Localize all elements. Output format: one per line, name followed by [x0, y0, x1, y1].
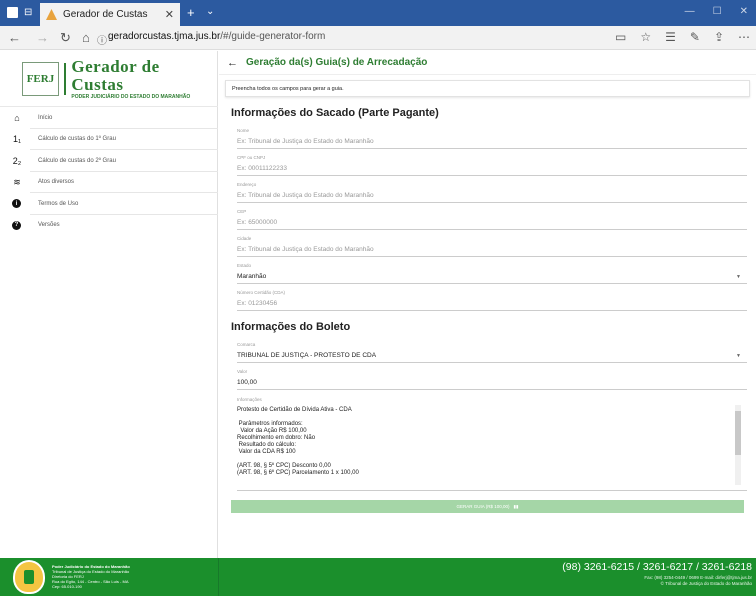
cidade-field[interactable]: Cidade Ex: Tribunal de Justiça do Estado…: [237, 236, 747, 257]
share-icon[interactable]: ⇪: [714, 30, 724, 44]
cpf-cnpj-field[interactable]: CPF ou CNPJ Ex: 00011122233: [237, 155, 747, 176]
sidebar-item-label: Atos diversos: [38, 179, 75, 186]
sidebar-item-label: Termos de Uso: [38, 200, 79, 207]
close-window-icon[interactable]: ✕: [740, 6, 748, 17]
address-bar: ← → ↻ ⌂ ⓘ geradorcustas.tjma.jus.br/#/gu…: [0, 26, 756, 50]
informacoes-textarea[interactable]: Informações Protesto de Certidão de Dívi…: [237, 397, 747, 491]
forward-icon[interactable]: →: [36, 30, 49, 45]
footer-divider: [218, 558, 219, 596]
main-content: ← Geração da(s) Guia(s) de Arrecadação P…: [219, 51, 756, 558]
sidebar-item-atos-diversos[interactable]: ≋ Atos diversos: [0, 172, 218, 194]
sidebar-item-versoes[interactable]: ? Versões: [0, 215, 218, 237]
minimize-icon[interactable]: —: [685, 6, 695, 17]
app-logo[interactable]: FERJ Gerador de Custas PODER JUDICIÁRIO …: [22, 57, 192, 100]
footer: Poder Judiciário do Estado do Maranhão T…: [0, 558, 756, 596]
window-controls: — ☐ ✕: [685, 6, 748, 17]
sidebar-item-label: Versões: [38, 222, 60, 229]
valor-field[interactable]: Valor 100,00: [237, 369, 747, 390]
nome-field[interactable]: Nome Ex: Tribunal de Justiça do Estado d…: [237, 128, 747, 149]
instruction-notice: Preencha todos os campos para gerar a gu…: [225, 80, 750, 97]
notes-pen-icon[interactable]: ✎: [690, 30, 700, 44]
favorites-hub-icon[interactable]: ☰: [665, 30, 676, 44]
more-icon[interactable]: ⋯: [738, 30, 750, 44]
page-title: Geração da(s) Guia(s) de Arrecadação: [246, 57, 428, 68]
dropdown-arrow-icon: ▼: [736, 353, 741, 359]
tab-close-icon[interactable]: ✕: [165, 8, 174, 21]
site-info-icon[interactable]: ⓘ: [97, 32, 107, 47]
back-arrow-icon[interactable]: ←: [227, 57, 238, 69]
back-icon[interactable]: ←: [8, 30, 21, 45]
sidebar-item-label: Cálculo de custas do 2º Grau: [38, 157, 116, 164]
home-icon: ⌂: [14, 112, 20, 123]
numero-certidao-field[interactable]: Número Certidão (CDA) Ex: 01230456: [237, 290, 747, 311]
comarca-select[interactable]: Comarca TRIBUNAL DE JUSTIÇA - PROTESTO D…: [237, 342, 747, 363]
footer-phones: (98) 3261-6215 / 3261-6217 / 3261-6218: [562, 561, 752, 573]
cep-field[interactable]: CEP Ex: 65000000: [237, 209, 747, 230]
tab-title: Gerador de Custas: [63, 9, 148, 20]
second-degree-icon: 2₂: [12, 155, 22, 166]
home-browser-icon[interactable]: ⌂: [82, 30, 90, 45]
dropdown-arrow-icon: ▼: [736, 274, 741, 280]
scrollbar-thumb[interactable]: [735, 411, 741, 455]
logo-title: Gerador de Custas: [71, 57, 160, 94]
estado-select[interactable]: Estado Maranhão ▼: [237, 263, 747, 284]
sidebar: FERJ Gerador de Custas PODER JUDICIÁRIO …: [0, 51, 218, 558]
sidebar-item-termos-de-uso[interactable]: i Termos de Uso: [0, 193, 218, 215]
section-title-boleto: Informações do Boleto: [231, 321, 351, 333]
page-header: ← Geração da(s) Guia(s) de Arrecadação: [219, 51, 756, 75]
sidebar-item-custas-2-grau[interactable]: 2₂ Cálculo de custas do 2º Grau: [0, 150, 218, 172]
favorite-star-icon[interactable]: ☆: [640, 30, 651, 44]
section-title-sacado: Informações do Sacado (Parte Pagante): [231, 107, 439, 119]
footer-address: Poder Judiciário do Estado do Maranhão T…: [52, 564, 130, 589]
favicon-icon: [46, 9, 57, 20]
sidebar-item-inicio[interactable]: ⌂ Início: [0, 107, 218, 129]
info-icon: i: [12, 199, 21, 209]
sidebar-item-label: Início: [38, 114, 53, 121]
ferj-logo-icon: FERJ: [22, 62, 59, 96]
set-aside-tabs-icon[interactable]: ⊟: [24, 7, 32, 18]
browser-tab-bar: ⊟ Gerador de Custas ✕ + ⌄ — ☐ ✕: [0, 0, 756, 26]
url-field[interactable]: geradorcustas.tjma.jus.br/#/guide-genera…: [108, 31, 325, 42]
barcode-icon: ▮▮: [513, 503, 519, 509]
reading-view-icon[interactable]: ▭: [615, 30, 626, 44]
browser-tab[interactable]: Gerador de Custas ✕: [40, 3, 180, 26]
new-tab-button[interactable]: +: [187, 5, 195, 20]
maximize-icon[interactable]: ☐: [713, 6, 722, 17]
logo-subtitle: PODER JUDICIÁRIO DO ESTADO DO MARANHÃO: [71, 94, 191, 100]
logo-divider: [63, 63, 67, 95]
textarea-scrollbar[interactable]: [735, 405, 741, 485]
layers-icon: ≋: [13, 176, 21, 187]
help-icon: ?: [12, 220, 21, 230]
sidebar-menu: ⌂ Início 1₁ Cálculo de custas do 1º Grau…: [0, 106, 218, 236]
first-degree-icon: 1₁: [12, 134, 22, 145]
generate-guide-button[interactable]: GERAR GUIA (R$ 100,00) ▮▮: [231, 500, 744, 513]
footer-contact: Fax: (98) 3254-0449 / 0699 E-mail: dirfe…: [644, 575, 752, 586]
tab-list-chevron-icon[interactable]: ⌄: [206, 6, 214, 17]
refresh-icon[interactable]: ↻: [60, 30, 71, 46]
informacoes-text: Protesto de Certidão de Dívida Ativa - C…: [237, 407, 359, 476]
sidebar-item-label: Cálculo de custas do 1º Grau: [38, 136, 116, 143]
court-seal-icon: [13, 560, 45, 594]
tab-actions-icon[interactable]: [7, 7, 18, 18]
browser-toolbar-right: ▭ ☆ ☰ ✎ ⇪ ⋯: [615, 30, 750, 44]
endereco-field[interactable]: Endereço Ex: Tribunal de Justiça do Esta…: [237, 182, 747, 203]
sidebar-item-custas-1-grau[interactable]: 1₁ Cálculo de custas do 1º Grau: [0, 129, 218, 151]
